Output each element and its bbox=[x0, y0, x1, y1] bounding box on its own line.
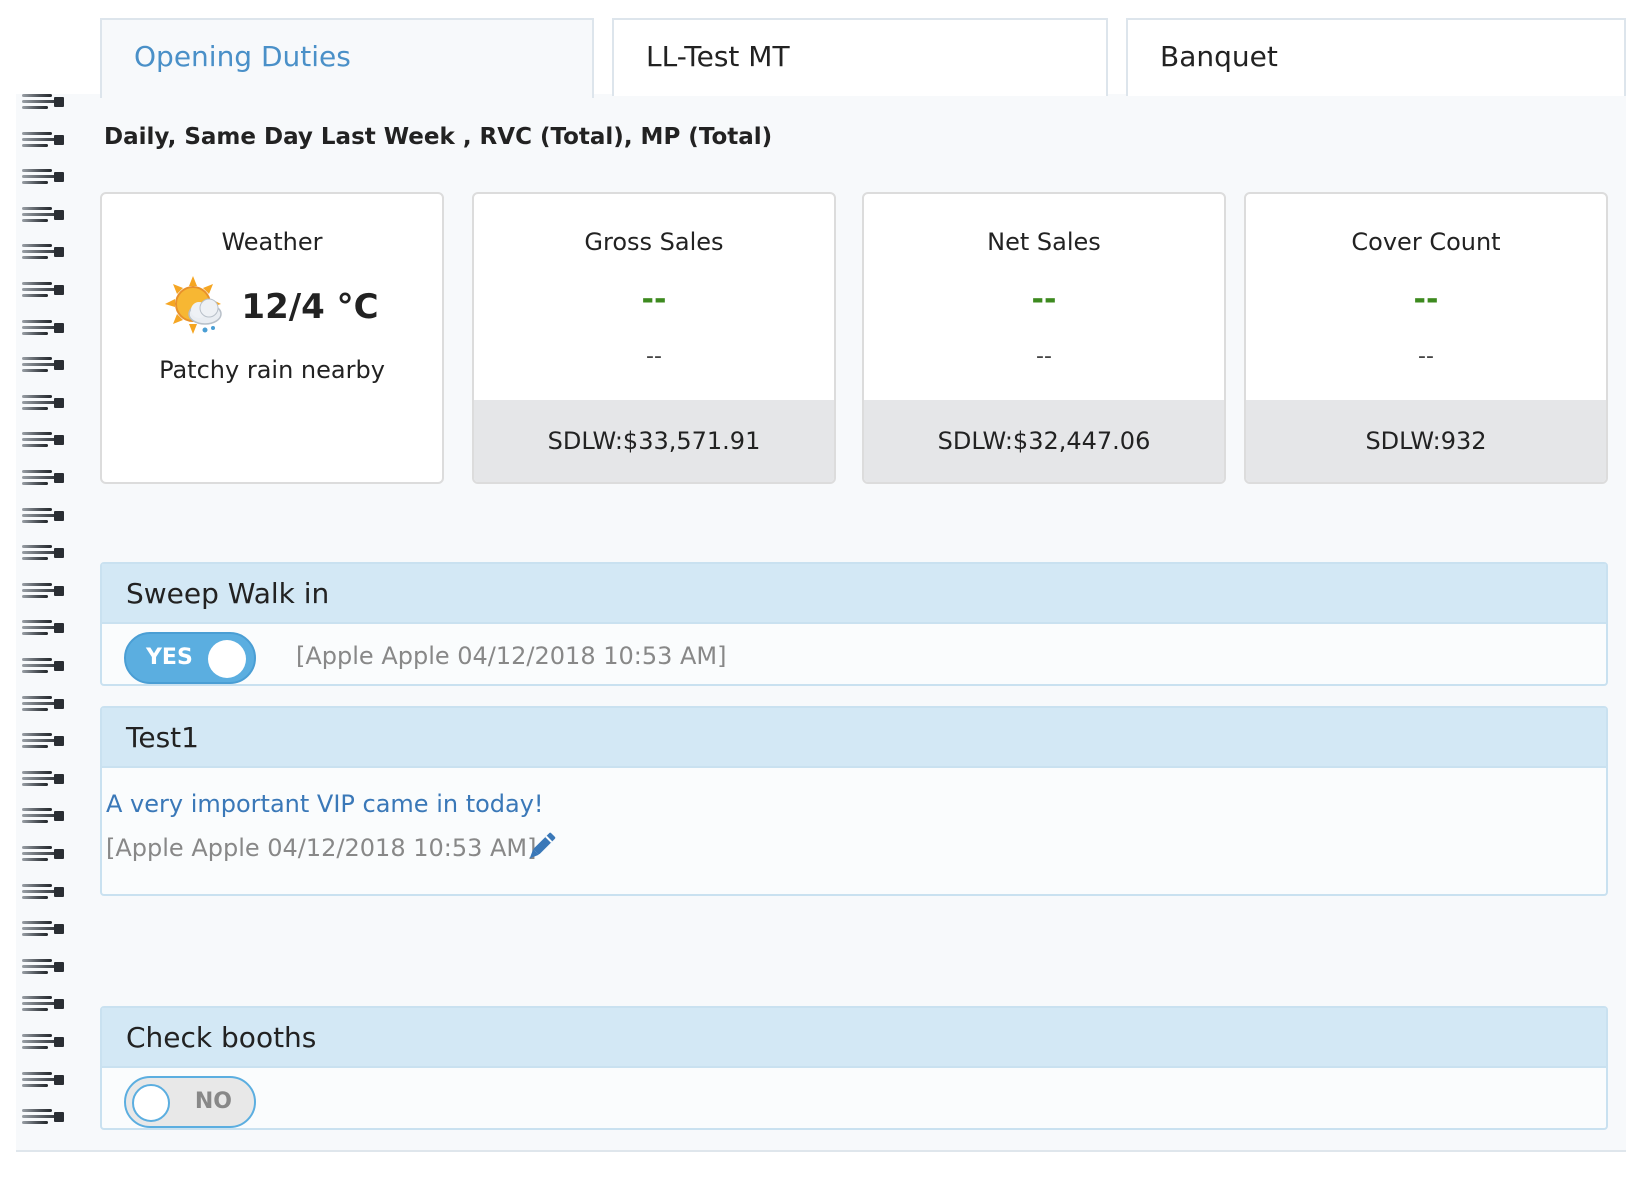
cover-count-card: Cover Count -- -- SDLW:932 bbox=[1244, 192, 1608, 484]
spiral-ring bbox=[20, 1032, 68, 1050]
gross-sales-card: Gross Sales -- -- SDLW:$33,571.91 bbox=[472, 192, 836, 484]
task-test1: Test1 A very important VIP came in today… bbox=[100, 706, 1608, 896]
spiral-ring bbox=[20, 882, 68, 900]
filter-summary: Daily, Same Day Last Week , RVC (Total),… bbox=[104, 124, 773, 150]
spiral-ring bbox=[20, 581, 68, 599]
task-sweep-walk-in: Sweep Walk in YES [Apple Apple 04/12/201… bbox=[100, 562, 1608, 686]
spiral-ring bbox=[20, 731, 68, 749]
spiral-ring bbox=[20, 205, 68, 223]
spiral-ring bbox=[20, 280, 68, 298]
spiral-ring bbox=[20, 1070, 68, 1088]
spiral-ring bbox=[20, 130, 68, 148]
spiral-ring bbox=[20, 242, 68, 260]
spiral-ring bbox=[20, 618, 68, 636]
spiral-ring bbox=[20, 92, 68, 110]
spiral-ring bbox=[20, 167, 68, 185]
temperature: 12/4 °C bbox=[241, 287, 379, 327]
spiral-ring bbox=[20, 430, 68, 448]
task-check-booths: Check booths NO bbox=[100, 1006, 1608, 1130]
spiral-binding bbox=[20, 92, 68, 1158]
spiral-ring bbox=[20, 393, 68, 411]
toggle-knob bbox=[208, 640, 246, 678]
cover-count-sdlw: SDLW:932 bbox=[1246, 400, 1606, 482]
spiral-ring bbox=[20, 355, 68, 373]
spiral-ring bbox=[20, 318, 68, 336]
spiral-ring bbox=[20, 506, 68, 524]
task-note[interactable]: A very important VIP came in today! bbox=[106, 790, 544, 818]
spiral-ring bbox=[20, 844, 68, 862]
toggle-label: YES bbox=[146, 645, 193, 670]
spiral-ring bbox=[20, 769, 68, 787]
weather-row: 12/4 °C bbox=[102, 274, 442, 340]
weather-description: Patchy rain nearby bbox=[159, 356, 385, 384]
tab-banquet[interactable]: Banquet bbox=[1126, 18, 1626, 96]
spiral-ring bbox=[20, 543, 68, 561]
spiral-ring bbox=[20, 694, 68, 712]
sun-cloud-rain-icon bbox=[165, 276, 223, 334]
spiral-ring bbox=[20, 957, 68, 975]
toggle-knob bbox=[132, 1084, 170, 1122]
yes-no-toggle[interactable]: NO bbox=[124, 1076, 256, 1128]
pencil-icon[interactable] bbox=[526, 832, 556, 862]
cover-count-title: Cover Count bbox=[1351, 228, 1501, 256]
spiral-ring bbox=[20, 994, 68, 1012]
tab-ll-test-mt[interactable]: LL-Test MT bbox=[612, 18, 1108, 96]
yes-no-toggle[interactable]: YES bbox=[124, 632, 256, 684]
net-sales-value: -- bbox=[1031, 282, 1057, 317]
spiral-ring bbox=[20, 1107, 68, 1125]
gross-sales-title: Gross Sales bbox=[584, 228, 724, 256]
toggle-label: NO bbox=[194, 1089, 232, 1114]
net-sales-title: Net Sales bbox=[987, 228, 1101, 256]
net-sales-sdlw: SDLW:$32,447.06 bbox=[864, 400, 1224, 482]
task-title: Sweep Walk in bbox=[102, 564, 1606, 624]
cover-count-value: -- bbox=[1413, 282, 1439, 317]
net-sales-sub: -- bbox=[1036, 344, 1052, 369]
spiral-ring bbox=[20, 468, 68, 486]
task-timestamp: [Apple Apple 04/12/2018 10:53 AM] bbox=[296, 642, 727, 670]
weather-card: Weather 12/4 °C Patchy rain nearby bbox=[100, 192, 444, 484]
task-timestamp: [Apple Apple 04/12/2018 10:53 AM] bbox=[106, 834, 537, 862]
gross-sales-sdlw: SDLW:$33,571.91 bbox=[474, 400, 834, 482]
gross-sales-value: -- bbox=[641, 282, 667, 317]
cover-count-sub: -- bbox=[1418, 344, 1434, 369]
net-sales-card: Net Sales -- -- SDLW:$32,447.06 bbox=[862, 192, 1226, 484]
weather-title: Weather bbox=[221, 228, 323, 256]
task-title: Check booths bbox=[102, 1008, 1606, 1068]
task-title: Test1 bbox=[102, 708, 1606, 768]
spiral-ring bbox=[20, 919, 68, 937]
notebook-page: Opening Duties LL-Test MT Banquet Daily,… bbox=[0, 0, 1626, 1186]
spiral-ring bbox=[20, 656, 68, 674]
tab-opening-duties[interactable]: Opening Duties bbox=[100, 18, 594, 98]
spiral-ring bbox=[20, 806, 68, 824]
gross-sales-sub: -- bbox=[646, 344, 662, 369]
